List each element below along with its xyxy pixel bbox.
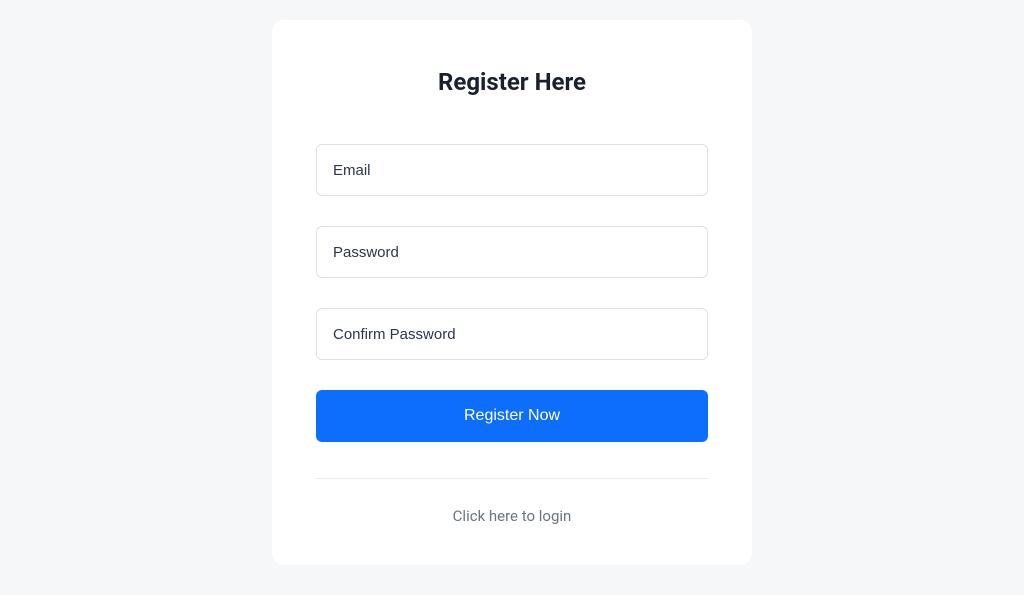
email-field[interactable] bbox=[316, 144, 708, 196]
register-button[interactable]: Register Now bbox=[316, 390, 708, 442]
register-form: Register Now bbox=[316, 144, 708, 478]
register-card: Register Here Register Now Click here to… bbox=[272, 20, 752, 565]
confirm-password-field[interactable] bbox=[316, 308, 708, 360]
register-title: Register Here bbox=[316, 68, 708, 96]
divider bbox=[316, 478, 708, 479]
login-link[interactable]: Click here to login bbox=[316, 507, 708, 525]
password-field[interactable] bbox=[316, 226, 708, 278]
